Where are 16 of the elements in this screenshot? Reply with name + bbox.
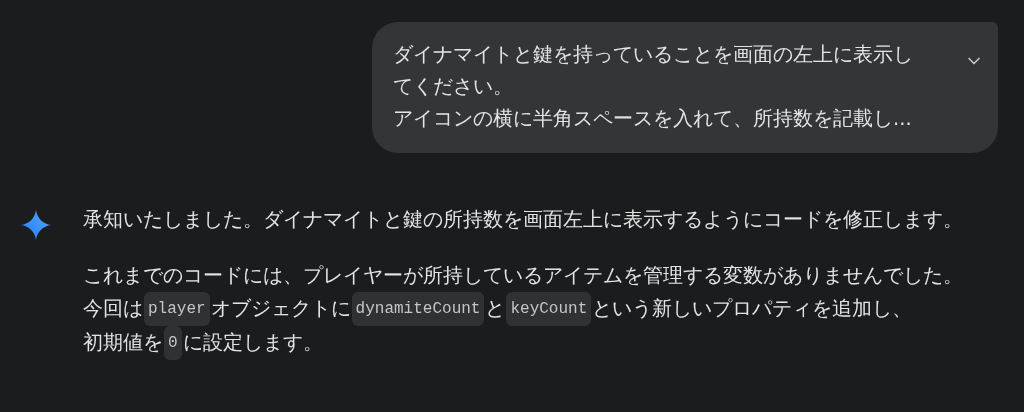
inline-code: keyCount — [506, 292, 592, 326]
response-text: これまでのコードには、プレイヤーが所持しているアイテムを管理する変数がありませんでした。 — [83, 263, 963, 289]
message-text: アイコンの横に半角スペースを入れて、所持数を記載し... — [393, 106, 913, 132]
inline-code: player — [144, 292, 210, 326]
inline-code: 0 — [164, 326, 182, 360]
message-text: ダイナマイトと鍵を持っていることを画面の左上に表示し — [393, 42, 914, 68]
sparkle-icon — [21, 210, 51, 240]
inline-code: dynamiteCount — [351, 292, 485, 326]
response-text: 初期値を — [83, 330, 163, 356]
response-text: 承知いたしました。ダイナマイトと鍵の所持数を画面左上に表示するようにコードを修正します。 — [83, 207, 963, 233]
response-text: に設定します。 — [182, 330, 323, 356]
message-text: てください。 — [393, 74, 514, 100]
response-text: 今回は — [83, 296, 143, 322]
response-text: という新しいプロパティを追加し、 — [592, 296, 913, 322]
response-text: と — [485, 296, 506, 322]
response-text: オブジェクトに — [210, 296, 351, 322]
